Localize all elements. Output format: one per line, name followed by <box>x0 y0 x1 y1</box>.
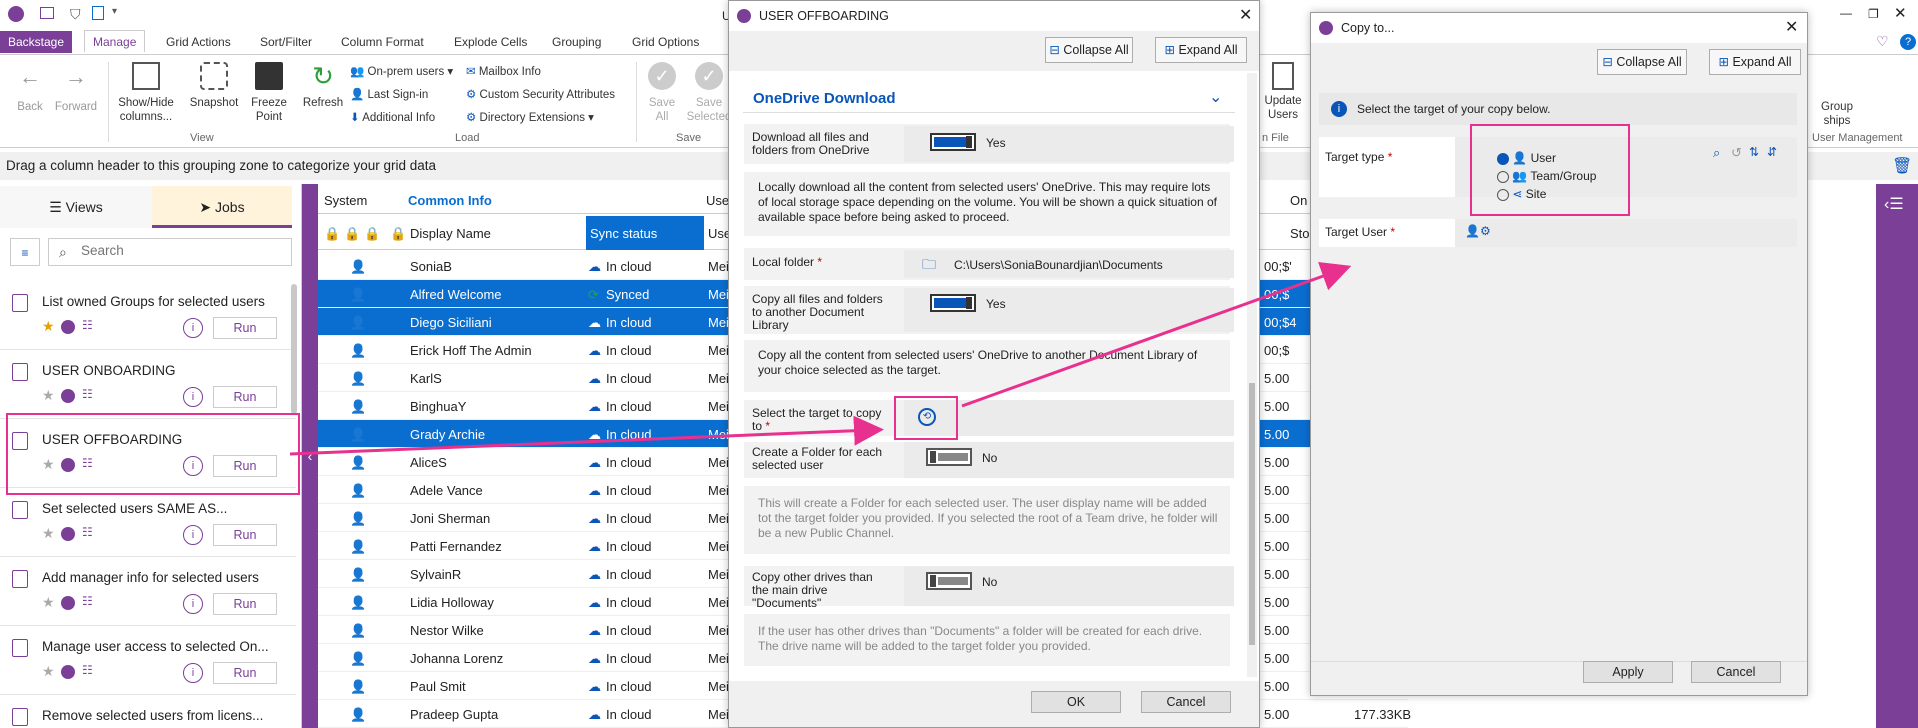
arrow-to-target <box>289 415 884 456</box>
arrow-to-copyto <box>961 261 1352 408</box>
annotation-arrows <box>289 261 1352 456</box>
